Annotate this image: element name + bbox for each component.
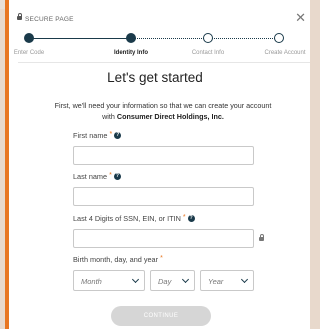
ssn-label: Last 4 Digits of SSN, EIN, or ITIN *? — [73, 214, 195, 223]
step-dot-enter-code — [24, 33, 34, 43]
birth-date-label-text: Birth month, day, and year — [73, 255, 159, 264]
help-icon[interactable]: ? — [187, 214, 195, 222]
required-marker: * — [160, 255, 163, 262]
birth-month-value: Month — [81, 277, 102, 286]
step-label-contact-info: Contact Info — [191, 50, 225, 56]
step-dot-identity-info — [126, 33, 136, 43]
divider — [18, 62, 310, 63]
chevron-down-icon — [131, 275, 140, 284]
first-name-label-text: First name — [73, 131, 108, 140]
progress-stepper: Enter Code Identity Info Contact Info Cr… — [9, 30, 319, 60]
birth-day-value: Day — [158, 277, 172, 286]
chevron-down-icon — [240, 275, 249, 284]
required-marker: * — [109, 131, 113, 138]
step-connector — [131, 38, 208, 39]
lock-icon — [17, 13, 22, 21]
step-dot-contact-info — [203, 33, 213, 43]
intro-text: First, we'll need your information so th… — [50, 100, 276, 122]
ssn-field[interactable] — [73, 229, 254, 248]
step-label-identity-info: Identity Info — [114, 50, 148, 56]
step-connector — [29, 38, 131, 39]
step-connector — [208, 38, 279, 39]
birth-date-label: Birth month, day, and year * — [73, 255, 163, 264]
birth-month-select[interactable]: Month — [73, 270, 145, 291]
step-label-create-account: Create Account — [264, 50, 306, 56]
secure-page-indicator: SECURE PAGE — [17, 13, 74, 23]
continue-button[interactable]: CONTINUE — [111, 306, 211, 326]
help-icon[interactable]: ? — [114, 131, 122, 139]
first-name-label: First name *? — [73, 131, 122, 140]
birth-day-select[interactable]: Day — [150, 270, 195, 291]
last-name-label-text: Last name — [73, 172, 108, 181]
lock-icon — [259, 234, 264, 241]
first-name-field[interactable] — [73, 146, 254, 165]
required-marker: * — [109, 172, 112, 179]
last-name-field[interactable] — [73, 187, 254, 206]
secure-page-label: SECURE PAGE — [25, 16, 74, 23]
step-label-enter-code: Enter Code — [13, 50, 45, 56]
ssn-label-text: Last 4 Digits of SSN, EIN, or ITIN — [73, 214, 181, 223]
help-icon[interactable]: ? — [113, 172, 121, 180]
chevron-down-icon — [181, 275, 190, 284]
close-icon[interactable]: ✕ — [295, 11, 306, 24]
page-title: Let's get started — [107, 70, 203, 85]
required-marker: * — [182, 214, 186, 221]
birth-year-value: Year — [208, 277, 224, 286]
step-dot-create-account — [274, 33, 284, 43]
birth-year-select[interactable]: Year — [200, 270, 254, 291]
last-name-label: Last name *? — [73, 172, 121, 181]
company-name: Consumer Direct Holdings, Inc. — [116, 112, 224, 121]
